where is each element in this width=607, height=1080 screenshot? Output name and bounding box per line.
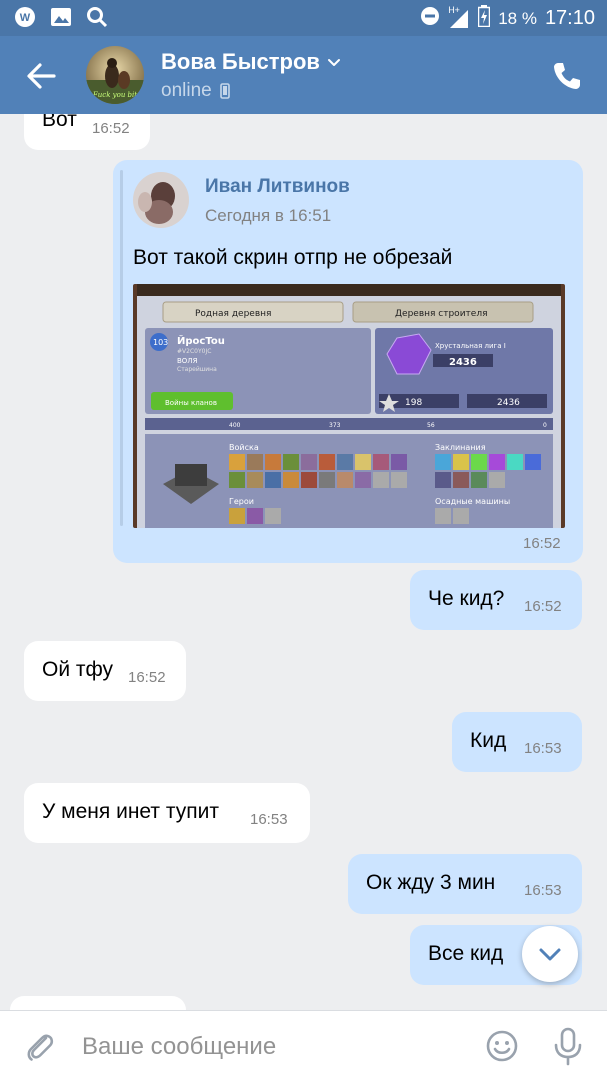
message-list[interactable]: Вот 16:52 Иван Литвинов Сегодня в 16:51 … [0,114,607,1010]
clan-role: Старейшина [177,366,217,373]
player-name: ЙросTou [177,334,225,347]
message-time: 16:53 [524,882,562,899]
player-tag: #V2C0Y0JC [177,348,211,355]
message-text: Все кид [428,942,504,965]
forward-author[interactable]: Иван Литвинов [205,176,350,198]
message-outgoing[interactable]: Кид 16:53 [452,712,582,772]
message-outgoing-forwarded[interactable]: Иван Литвинов Сегодня в 16:51 Вот такой … [113,160,583,563]
paperclip-icon [27,1034,54,1061]
avatar[interactable]: Fuck you bit [86,46,144,104]
forward-author-avatar[interactable] [133,172,189,228]
message-incoming[interactable] [10,996,186,1010]
player-level: 103 [153,338,168,347]
voice-message-button[interactable] [550,1025,586,1067]
phone-icon [554,63,580,89]
online-status-label: online [161,80,212,101]
chat-header: Fuck you bit Вова Быстров online [0,36,607,114]
arrow-down-icon [539,948,561,961]
message-time: 16:52 [524,598,562,615]
attach-button[interactable] [22,1029,58,1065]
call-button[interactable] [547,56,587,96]
forwarded-image[interactable]: Родная деревня Деревня строителя 103 Йро… [133,284,565,528]
league-name: Хрустальная лига I [435,342,506,350]
best-trophies: 2436 [497,398,520,408]
message-text: Ок жду 3 мин [366,871,496,894]
status-bar: W H+ 18 % 17:10 [0,0,607,36]
attacks-won: 56 [427,422,435,429]
microphone-icon [554,1027,582,1066]
gallery-icon [50,6,72,28]
message-time: 16:52 [523,535,561,552]
war-button-label: Войны кланов [165,399,217,407]
message-time: 16:52 [92,120,130,137]
forward-bar [120,170,123,526]
message-incoming[interactable]: У меня инет тупит 16:53 [24,783,310,843]
defenses-won: 0 [543,422,547,429]
message-text: У меня инет тупит [42,800,219,823]
contact-name-label: Вова Быстров [161,49,320,74]
siege-label: Осадные машины [435,497,510,506]
signal-icon: H+ [448,5,470,29]
emoji-button[interactable] [484,1028,520,1064]
clan-name: ВОЛЯ [177,357,198,365]
chevron-down-icon [327,59,340,66]
heroes-label: Герои [229,497,254,506]
mobile-device-icon [219,83,230,99]
scroll-down-button[interactable] [522,926,578,982]
spells-label: Заклинания [435,443,486,452]
network-type: H+ [448,4,460,15]
svg-text:W: W [20,12,31,24]
back-arrow-icon [27,63,56,89]
message-text: Ой тфу [42,658,114,681]
trophies: 2436 [449,357,477,368]
battery-percent: 18 % [498,8,537,28]
dnd-icon [420,6,440,31]
donated-count: 400 [229,422,241,429]
received-count: 373 [329,422,341,429]
message-input[interactable] [82,1031,462,1063]
message-outgoing[interactable]: Че кид? 16:52 [410,570,582,630]
message-incoming[interactable]: Вот 16:52 [24,114,150,150]
message-text: Вот [42,114,77,131]
message-outgoing[interactable]: Ок жду 3 мин 16:53 [348,854,582,914]
smile-icon [486,1030,518,1062]
message-text: Кид [470,729,507,752]
forward-date: Сегодня в 16:51 [205,206,332,225]
svg-text:Fuck you bit: Fuck you bit [92,91,137,99]
tab-home-village: Родная деревня [195,309,271,319]
message-time: 16:52 [128,669,166,686]
online-status: online [161,80,230,102]
message-composer [0,1010,607,1080]
search-icon [86,6,108,28]
vk-app-icon: W [14,6,36,28]
war-stars: 198 [405,398,422,408]
tab-builder-base: Деревня строителя [395,309,488,319]
contact-name[interactable]: Вова Быстров [161,49,342,75]
message-time: 16:53 [250,811,288,828]
message-time: 16:53 [524,740,562,757]
message-text: Че кид? [428,587,505,610]
message-incoming[interactable]: Ой тфу 16:52 [24,641,186,701]
troops-label: Войска [229,443,259,452]
back-button[interactable] [22,56,62,96]
battery-icon [477,5,491,32]
forward-text: Вот такой скрин отпр не обрезай [133,246,453,269]
clock: 17:10 [544,7,595,29]
